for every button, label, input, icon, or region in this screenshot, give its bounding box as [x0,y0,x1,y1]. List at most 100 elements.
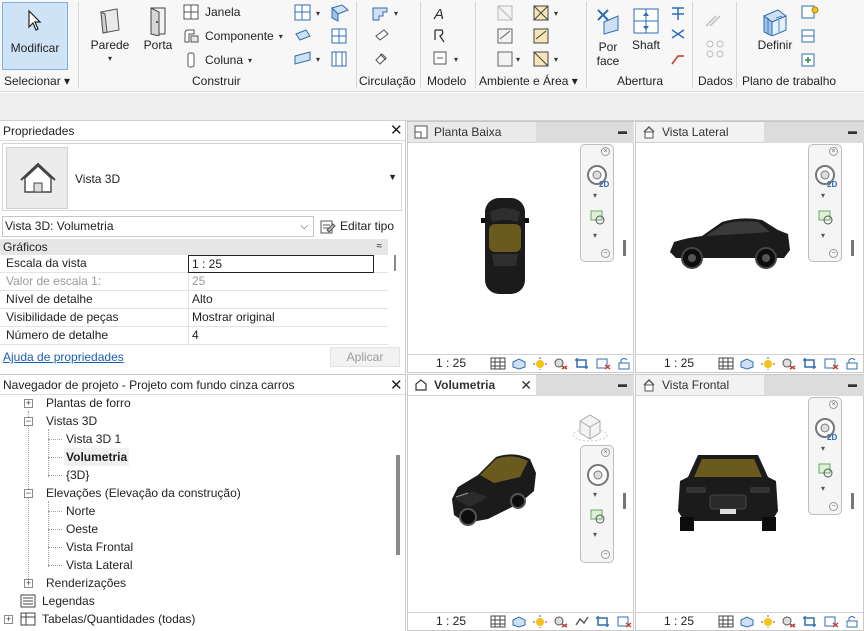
by-face-button[interactable]: Por face [590,2,626,70]
steering-wheel-2d-icon[interactable]: 2D [585,163,611,189]
model-tools-icons[interactable]: A ▾ [430,4,466,70]
crop-view-icon[interactable] [595,615,611,628]
tree-item-legends[interactable]: Legendas [42,592,95,610]
view-control-icons[interactable] [490,615,632,628]
modify-button[interactable]: Modificar [2,2,68,70]
property-value[interactable]: 4 [188,327,374,345]
browser-scrollbar[interactable] [396,455,400,555]
show-crop-region-icon[interactable] [616,615,632,628]
close-navbar-icon[interactable]: × [829,400,838,409]
close-browser-icon[interactable]: ✕ [390,378,403,393]
edit-type-button[interactable]: Editar tipo [320,216,394,237]
crop-view-icon[interactable] [802,357,818,370]
property-row-detail-level[interactable]: Nível de detalhe Alto [0,291,388,309]
view-scale[interactable]: 1 : 25 [436,355,466,372]
viewport-scrollbar[interactable] [623,493,626,509]
navbar-options-icon[interactable]: − [601,550,610,559]
view-control-icons[interactable] [490,357,632,370]
zoom-region-icon[interactable] [589,508,607,526]
build-tools-icons[interactable]: ▾ ▾ [292,4,356,70]
collapse-elevations-icon[interactable]: − [24,489,33,498]
viewport-menu-icon[interactable]: ▬ [618,379,627,389]
room-area-panel-label[interactable]: Ambiente e Área ▾ [479,74,578,88]
close-navbar-icon[interactable]: × [601,147,610,156]
tab-floor-plan[interactable]: Planta Baixa [408,122,536,143]
property-row-detail-number[interactable]: Número de detalhe 4 [0,327,388,345]
tree-item-front-view[interactable]: Vista Frontal [66,538,133,556]
visual-style-icon[interactable] [511,615,527,628]
shadows-icon[interactable] [553,357,569,370]
properties-scrollbar[interactable] [392,255,398,345]
visual-style-icon[interactable] [739,615,755,628]
unlocked-3d-view-icon[interactable] [844,357,860,370]
property-value[interactable]: Mostrar original [188,309,374,327]
zoom-region-icon[interactable] [817,462,835,480]
crop-view-icon[interactable] [574,357,590,370]
view-control-icons[interactable] [718,357,860,370]
tree-item-elevations[interactable]: Elevações (Elevação da construção) [46,484,241,502]
viewport-menu-icon[interactable]: ▬ [848,126,857,136]
viewcube-icon[interactable] [570,409,610,445]
close-navbar-icon[interactable]: × [601,448,610,457]
room-area-tools-icons[interactable]: ▾ ▾ ▾ [492,4,572,70]
view-scale[interactable]: 1 : 25 [436,613,466,630]
viewport-scrollbar[interactable] [851,240,854,256]
component-button[interactable]: Componente ▾ [182,26,283,46]
tree-item-west[interactable]: Oeste [66,520,98,538]
close-properties-icon[interactable]: ✕ [390,123,403,138]
component-dropdown-icon[interactable]: ▾ [279,32,283,41]
view-scale[interactable]: 1 : 25 [664,613,694,630]
navigation-bar[interactable]: × 2D ▾ ▾ − [808,397,842,515]
steering-wheel-icon[interactable] [585,462,611,488]
viewport-menu-icon[interactable]: ▬ [618,126,627,136]
steering-wheel-2d-icon[interactable]: 2D [813,163,839,189]
expand-schedules-icon[interactable]: + [4,615,13,624]
door-button[interactable]: Porta [140,2,176,70]
visual-style-icon[interactable] [739,357,755,370]
expand-renderings-icon[interactable]: + [24,579,33,588]
view-instance-selector[interactable]: Vista 3D: Volumetria ⌵ [2,216,314,237]
tree-item-north[interactable]: Norte [66,502,95,520]
property-value[interactable]: Alto [188,291,374,309]
window-button[interactable]: Janela [182,2,240,22]
viewport-scrollbar[interactable] [623,240,626,256]
tree-item-ceiling-plans[interactable]: Plantas de forro [46,394,131,412]
crop-view-icon[interactable] [802,615,818,628]
set-work-plane-button[interactable]: Definir [752,2,798,70]
viewport-volumetria[interactable]: Volumetria ✕ ▬ × ▾ ▾ − 1 : 25 [407,374,634,631]
navigation-bar[interactable]: × 2D ▾ ▾ − [808,144,842,262]
type-selector[interactable]: Vista 3D ▼ [2,143,402,211]
work-plane-tools-icons[interactable] [800,4,820,70]
show-crop-region-icon[interactable] [823,357,839,370]
close-tab-icon[interactable]: ✕ [520,375,532,395]
steering-wheel-2d-icon[interactable]: 2D [813,416,839,442]
type-dropdown-icon[interactable]: ▼ [388,172,397,182]
viewport-floor-plan[interactable]: Planta Baixa ▬ × 2D ▾ ▾ − 1 : 25 [407,121,634,373]
tree-item-renderings[interactable]: Renderizações [46,574,126,592]
show-crop-region-icon[interactable] [595,357,611,370]
shadows-icon[interactable] [781,615,797,628]
zoom-region-icon[interactable] [589,209,607,227]
sun-path-icon[interactable] [760,357,776,370]
apply-button[interactable]: Aplicar [330,347,400,367]
tree-item-default-3d[interactable]: {3D} [66,466,89,484]
opening-tools-icons[interactable] [668,4,688,70]
navbar-options-icon[interactable]: − [829,502,838,511]
detail-level-icon[interactable] [490,615,506,628]
rendering-icon[interactable] [574,615,590,628]
sun-path-icon[interactable] [532,357,548,370]
close-navbar-icon[interactable]: × [829,147,838,156]
navbar-options-icon[interactable]: − [601,249,610,258]
circulation-tools-icons[interactable]: ▾ [370,4,406,70]
viewport-scrollbar[interactable] [851,493,854,509]
navbar-options-icon[interactable]: − [829,249,838,258]
shadows-icon[interactable] [781,357,797,370]
tree-item-3d-views[interactable]: Vistas 3D [46,412,97,430]
column-dropdown-icon[interactable]: ▾ [248,56,252,65]
expand-ceiling-plans-icon[interactable]: + [24,399,33,408]
unlocked-3d-view-icon[interactable] [844,615,860,628]
navigation-bar[interactable]: × 2D ▾ ▾ − [580,144,614,262]
tab-front-view[interactable]: Vista Frontal [636,375,764,396]
detail-level-icon[interactable] [718,357,734,370]
tree-item-vista-3d-1[interactable]: Vista 3D 1 [66,430,121,448]
